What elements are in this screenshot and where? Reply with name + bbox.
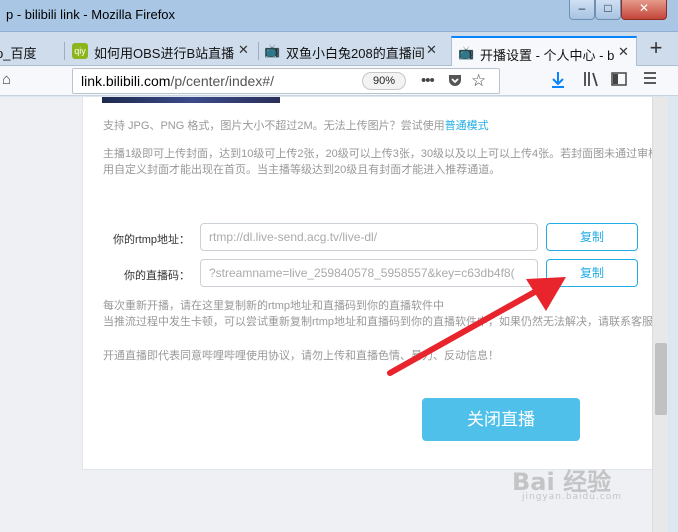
bilibili-tv-icon: 📺: [458, 45, 475, 60]
bookmark-star-icon[interactable]: ☆: [471, 71, 486, 91]
rtmp-address-input[interactable]: rtmp://dl.live-send.acg.tv/live-dl/: [200, 223, 538, 251]
window-title-bar: p - bilibili link - Mozilla Firefox – □ …: [0, 0, 678, 32]
back-arrow-icon[interactable]: ⌂: [2, 71, 11, 88]
new-tab-button[interactable]: +: [642, 36, 670, 62]
iqiyi-favicon-icon: qiy: [72, 43, 88, 59]
baidu-jingyan-watermark: Bai 经验 jingyan.baidu.com: [512, 462, 652, 502]
window-border: [668, 97, 678, 532]
tab-stream-settings[interactable]: 📺 开播设置 - 个人中心 - bili ✕: [451, 36, 637, 66]
watermark-subtext: jingyan.baidu.com: [522, 492, 623, 502]
page-actions-icon[interactable]: •••: [421, 72, 435, 89]
sidebar-icon[interactable]: [611, 71, 627, 91]
tab-separator: [258, 42, 259, 60]
stop-live-button[interactable]: 关闭直播: [422, 398, 580, 441]
url-bar[interactable]: link.bilibili.com/p/center/index#/ 90% •…: [72, 68, 500, 94]
tab-baidu[interactable]: p_百度: [0, 36, 62, 66]
maximize-button[interactable]: □: [595, 0, 621, 20]
tab-close-icon[interactable]: ✕: [238, 42, 249, 58]
tab-separator: [64, 42, 65, 60]
stream-key-label: 你的直播码：: [124, 270, 190, 282]
tab-label: 开播设置 - 个人中心 - bili: [480, 48, 614, 63]
normal-mode-link[interactable]: 普通模式: [445, 120, 489, 132]
minimize-button[interactable]: –: [569, 0, 595, 20]
maximize-icon: □: [604, 1, 612, 15]
tab-label: p_百度: [0, 46, 37, 61]
rtmp-address-label: 你的rtmp地址：: [113, 234, 190, 246]
cover-rule-line-1: 主播1级即可上传封面，达到10级可上传2张，20级可以上传3张，30级以及以上可…: [103, 148, 652, 160]
library-icon[interactable]: [583, 71, 601, 91]
tab-obs-guide[interactable]: qiy 如何用OBS进行B站直播 ✕: [68, 36, 256, 66]
url-host: link.bilibili.com: [81, 73, 171, 89]
minimize-icon: –: [578, 1, 586, 15]
scrollbar-thumb[interactable]: [655, 343, 667, 415]
close-icon: ✕: [638, 1, 650, 15]
cover-image-preview: [102, 97, 280, 103]
vertical-scrollbar[interactable]: [652, 97, 668, 532]
cover-rule-line-2: 用自定义封面才能出现在首页。当主播等级达到20级且有封面才能进入推荐通道。: [103, 164, 501, 176]
url-text: link.bilibili.com/p/center/index#/: [81, 73, 274, 89]
upload-hint-text: 支持 JPG、PNG 格式，图片大小不超过2M。无法上传图片？尝试使用: [103, 120, 445, 132]
navigation-bar: ⌂ link.bilibili.com/p/center/index#/ 90%…: [0, 66, 678, 96]
zoom-indicator[interactable]: 90%: [362, 72, 406, 90]
menu-icon[interactable]: [643, 71, 657, 89]
tab-close-icon[interactable]: ✕: [618, 44, 629, 60]
download-icon[interactable]: [550, 71, 566, 93]
tab-live-room[interactable]: 📺 双鱼小白兔208的直播间 ✕: [262, 36, 448, 66]
copy-rtmp-button[interactable]: 复制: [546, 223, 638, 251]
tab-label: 双鱼小白兔208的直播间: [286, 46, 425, 61]
url-path: /p/center/index#/: [170, 73, 274, 89]
window-title: p - bilibili link - Mozilla Firefox: [6, 7, 176, 22]
tab-label: 如何用OBS进行B站直播: [94, 46, 234, 61]
close-window-button[interactable]: ✕: [621, 0, 667, 20]
upload-hint: 支持 JPG、PNG 格式，图片大小不超过2M。无法上传图片？尝试使用普通模式: [103, 117, 489, 133]
bilibili-tv-icon: 📺: [264, 43, 281, 58]
tab-strip: p_百度 qiy 如何用OBS进行B站直播 ✕ 📺 双鱼小白兔208的直播间 ✕…: [0, 32, 678, 66]
annotation-arrow-icon: [387, 277, 566, 376]
tab-close-icon[interactable]: ✕: [426, 42, 437, 58]
pocket-icon[interactable]: [447, 72, 463, 92]
